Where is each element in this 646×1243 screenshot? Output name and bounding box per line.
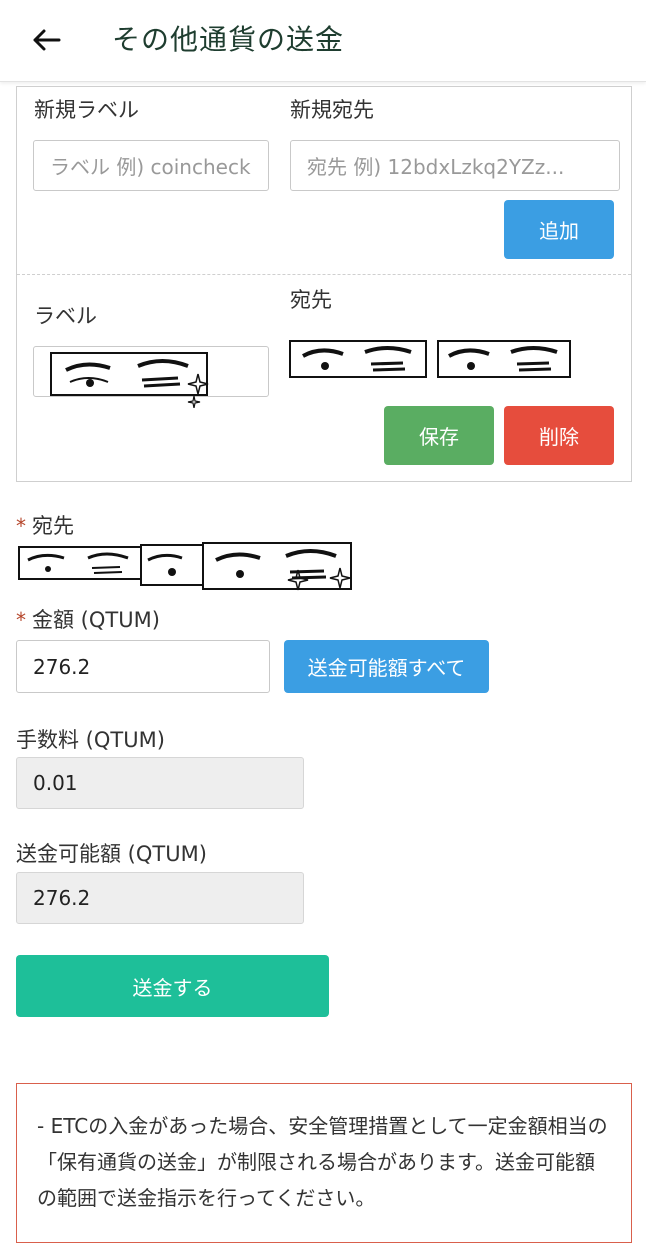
add-button[interactable]: 追加 [504,200,614,259]
notice-box: - ETCの入金があった場合、安全管理措置として一定金額相当の「保有通貨の送金」… [16,1083,632,1243]
amount-input[interactable]: 276.2 [16,640,270,693]
page-title: その他通貨の送金 [112,23,345,56]
required-mark: * [16,514,26,538]
redaction-sticker [140,544,210,586]
fee-field: 0.01 [16,757,304,809]
new-label-title: 新規ラベル [34,98,139,122]
redaction-sticker [289,340,427,378]
send-all-button[interactable]: 送金可能額すべて [284,640,489,693]
sparkle-icon [186,372,210,409]
redaction-sticker [50,352,208,396]
new-address-title: 新規宛先 [290,98,374,122]
entry-address-title: 宛先 [290,288,332,312]
section-divider [17,274,631,275]
delete-button[interactable]: 削除 [504,406,614,465]
back-arrow-icon[interactable] [26,22,66,58]
available-title: 送金可能額 (QTUM) [16,842,207,866]
redaction-sticker [18,546,142,580]
redaction-sticker [437,340,571,378]
submit-send-button[interactable]: 送金する [16,955,329,1017]
sparkle-icon [284,566,354,600]
new-label-input[interactable]: ラベル 例) coincheck [33,140,269,191]
required-mark: * [16,608,26,632]
available-field: 276.2 [16,872,304,924]
address-title: * 宛先 [16,514,74,538]
new-address-input[interactable]: 宛先 例) 12bdxLzkq2YZz... [290,140,620,191]
fee-title: 手数料 (QTUM) [16,728,165,752]
save-button[interactable]: 保存 [384,406,494,465]
amount-title: * 金額 (QTUM) [16,608,160,632]
entry-label-title: ラベル [34,304,97,328]
